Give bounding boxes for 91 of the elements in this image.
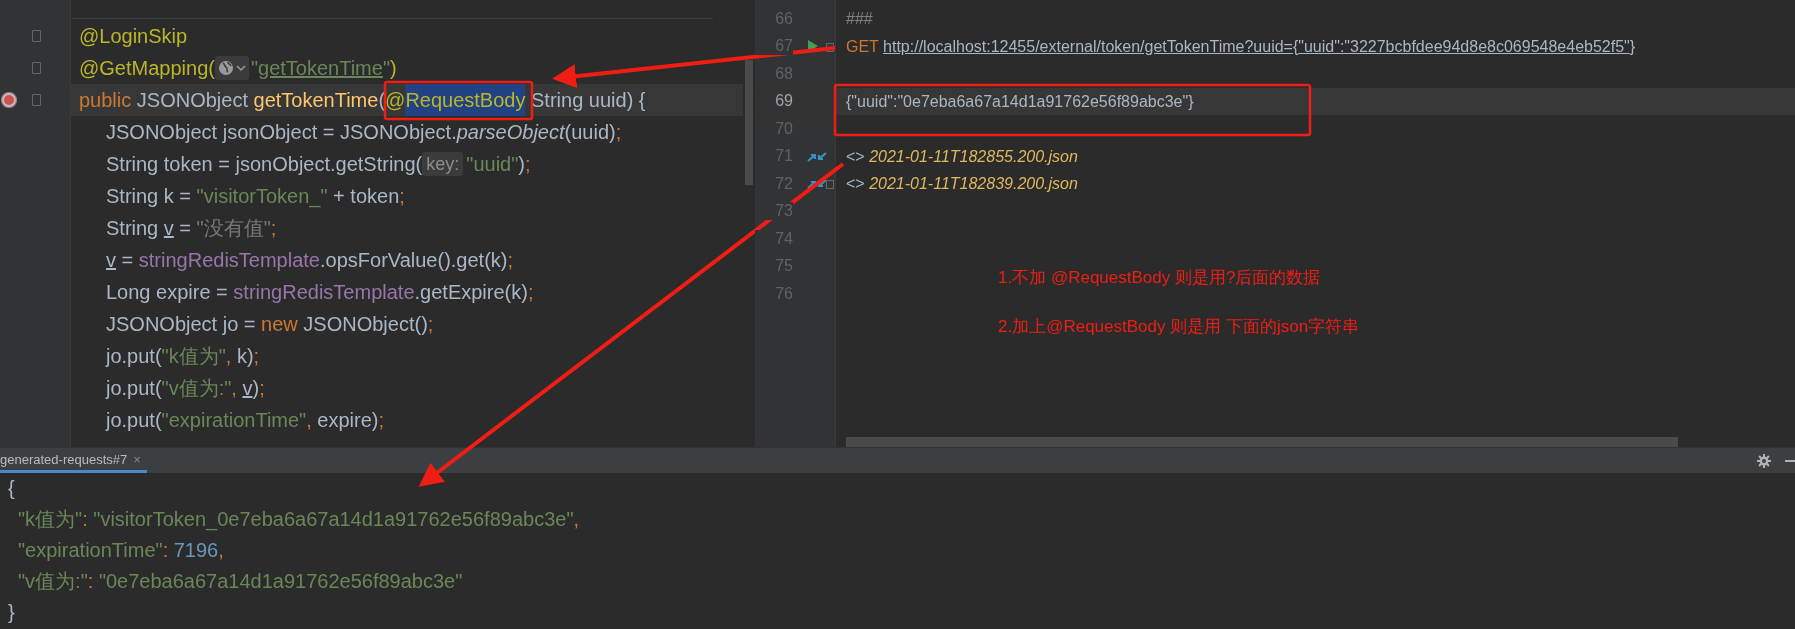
code-text: String xyxy=(106,216,160,241)
settings-icon[interactable] xyxy=(1757,453,1771,468)
annotation-note: 2.加上@RequestBody 则是用 下面的json字符串 xyxy=(998,316,1360,338)
close-icon[interactable]: × xyxy=(133,451,141,467)
url-hint[interactable] xyxy=(214,56,249,80)
annotation-note: 1.不加 @RequestBody 则是用?后面的数据 xyxy=(998,267,1322,289)
string-text: "visitorToken_" xyxy=(196,184,328,210)
punctuation: : xyxy=(87,570,95,592)
globe-icon xyxy=(217,60,234,76)
annotation-text: @LoginSkip xyxy=(79,24,188,49)
code-text: Long expire = xyxy=(106,280,229,305)
code-text: (uuid) xyxy=(564,120,616,145)
code-text: } xyxy=(8,601,15,623)
punctuation: : xyxy=(82,508,89,530)
code-text: + token xyxy=(332,184,400,209)
punctuation: ; xyxy=(259,376,265,401)
code-text: JSONObject jsonObject = JSONObject. xyxy=(106,120,457,145)
code-text: String token = jsonObject.getString( xyxy=(106,152,423,177)
override-icon[interactable] xyxy=(0,91,18,109)
fold-marker[interactable] xyxy=(826,180,834,189)
code-text: .opsForValue().get(k) xyxy=(320,248,508,273)
code-text: String uuid) { xyxy=(530,88,646,113)
minimize-icon[interactable] xyxy=(1785,458,1795,463)
string-text: "k值为" xyxy=(161,344,226,369)
scrollbar[interactable] xyxy=(846,437,1678,447)
punctuation: , xyxy=(218,539,224,561)
field-text: stringRedisTemplate xyxy=(233,280,415,305)
annotation-text: @ xyxy=(385,88,406,113)
keyword-text: new xyxy=(261,312,298,337)
code-text: JSONObject() xyxy=(302,312,428,337)
code-text: JSONObject xyxy=(136,88,249,113)
code-text: { xyxy=(8,477,15,499)
punctuation: , xyxy=(573,508,580,530)
punctuation: ; xyxy=(527,280,534,305)
string-text: "v值为:" xyxy=(18,570,88,592)
variable-text: v xyxy=(163,216,174,241)
punctuation: ; xyxy=(507,248,514,273)
string-text: "v值为:" xyxy=(161,376,232,401)
punctuation: ; xyxy=(615,120,622,145)
fold-marker[interactable] xyxy=(32,94,41,106)
punctuation: ; xyxy=(378,408,385,433)
code-text: <> xyxy=(846,147,866,165)
parameter-hint: key: xyxy=(422,152,464,176)
code-text: .getExpire(k) xyxy=(414,280,528,305)
code-text: String k = xyxy=(106,184,193,209)
fold-marker[interactable] xyxy=(826,42,834,52)
code-text: jo.put( xyxy=(106,376,162,401)
field-text: stringRedisTemplate xyxy=(138,248,320,273)
code-text: <> xyxy=(846,175,866,192)
method-name: getTokenTime xyxy=(253,88,379,113)
url-text: getTokenTime xyxy=(258,56,383,81)
unused-string: "没有值" xyxy=(196,216,271,241)
string-text: "uuid" xyxy=(466,152,519,177)
punctuation: ; xyxy=(525,152,531,177)
code-text: {"uuid":"0e7eba6a67a14d1a91762e56f89abc3e"} xyxy=(846,92,1194,110)
code-text: jo.put( xyxy=(106,408,162,433)
string-text: "expirationTime" xyxy=(161,408,307,433)
punctuation: , xyxy=(225,344,232,369)
punctuation: , xyxy=(231,376,238,401)
variable-text: v xyxy=(106,248,116,273)
code-text: expire) xyxy=(316,408,379,433)
fold-marker[interactable] xyxy=(32,62,41,74)
string-text: " xyxy=(250,56,259,81)
code-text: = xyxy=(120,248,135,273)
punctuation: ; xyxy=(427,312,434,337)
method-call: parseObject xyxy=(456,120,565,145)
punctuation: : xyxy=(162,539,170,561)
annotation-text: ) xyxy=(390,56,397,81)
string-text: "0e7eba6a67a14d1a91762e56f89abc3e" xyxy=(98,570,463,592)
keyword-text: public xyxy=(79,88,133,113)
string-text: " xyxy=(382,56,390,81)
punctuation: ; xyxy=(399,184,405,209)
string-text: "visitorToken_0e7eba6a67a14d1a91762e56f89abc3e" xyxy=(93,508,574,530)
keyword-text: GET xyxy=(846,37,880,55)
number-text: 7196 xyxy=(173,539,219,561)
annotation-text: @GetMapping( xyxy=(79,56,215,81)
code-text: jo.put( xyxy=(106,344,162,369)
code-text: ) xyxy=(518,152,525,177)
selected-text: RequestBody xyxy=(405,84,526,116)
comment-text: ### xyxy=(846,10,873,27)
code-text: JSONObject jo = xyxy=(106,312,257,337)
punctuation: , xyxy=(306,408,312,433)
punctuation: ; xyxy=(253,344,260,369)
caret-icon xyxy=(235,64,246,72)
string-text: "k值为" xyxy=(18,508,83,530)
code-text: k) xyxy=(235,344,254,369)
string-text: "expirationTime" xyxy=(18,539,163,561)
code-text: ) xyxy=(252,376,260,401)
fold-marker[interactable] xyxy=(32,30,41,42)
punctuation: ; xyxy=(270,216,277,241)
code-text: = xyxy=(178,216,193,241)
